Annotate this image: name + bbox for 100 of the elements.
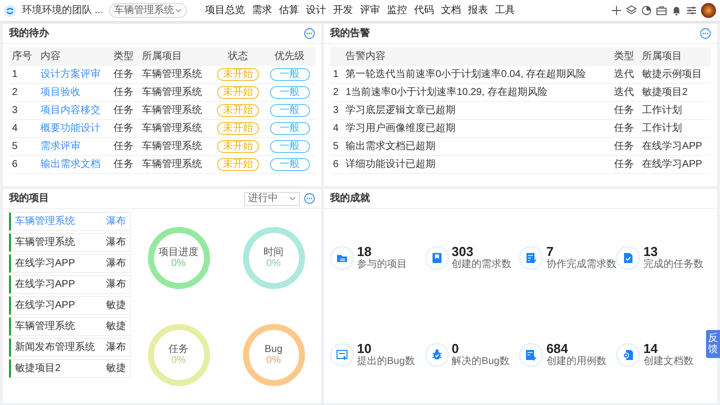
ring-value: 0%	[266, 354, 281, 366]
project-item[interactable]: 在线学习APP 瀑布	[9, 275, 131, 294]
column-header: 内容	[38, 47, 110, 66]
nav-item[interactable]: 监控	[387, 3, 408, 18]
nav-item[interactable]: 估算	[279, 3, 300, 18]
stat-label: 创建的需求数	[452, 258, 512, 270]
layers-icon[interactable]	[626, 5, 637, 16]
column-header: 序号	[9, 47, 38, 66]
nav-item[interactable]: 设计	[306, 3, 326, 18]
status-pill: 未开始	[216, 104, 259, 117]
table-cell: 在线学习APP	[639, 138, 711, 156]
table-cell: 1	[9, 66, 38, 84]
table-cell: 任务	[610, 120, 640, 138]
stat-value: 10	[357, 342, 372, 356]
table-cell: 在线学习APP	[639, 156, 711, 174]
nav-item[interactable]: 开发	[333, 3, 354, 18]
folder-icon	[330, 246, 354, 270]
table-cell: 学习用户画像维度已超期	[342, 120, 611, 138]
table-cell: 车辆管理系统	[138, 66, 212, 84]
team-name[interactable]: 环境环境的团队 ...	[22, 3, 104, 18]
project-name: 车辆管理系统	[15, 320, 75, 334]
table-cell: 工作计划	[639, 120, 711, 138]
project-item[interactable]: 在线学习APP 瀑布	[9, 254, 131, 273]
table-cell: 任务	[610, 102, 640, 120]
project-method: 敏捷	[106, 298, 126, 313]
table-cell: 3	[9, 102, 38, 120]
chevron-down-icon	[289, 195, 296, 202]
panel-title: 我的成就	[330, 192, 370, 206]
status-pill: 未开始	[216, 68, 259, 81]
table-cell: 敏捷项目2	[639, 84, 711, 102]
table-cell: 1当前速率0小于计划速率10.29, 存在超期风险	[342, 84, 611, 102]
table-cell: 车辆管理系统	[138, 156, 212, 174]
more-icon[interactable]	[304, 193, 315, 204]
stat-value: 7	[546, 244, 555, 258]
more-icon[interactable]	[700, 28, 711, 39]
project-item[interactable]: 在线学习APP 敏捷	[9, 296, 131, 315]
column-header: 告警内容	[342, 47, 611, 66]
pie-chart-icon[interactable]	[641, 5, 652, 16]
table-cell: 迭代	[610, 66, 640, 84]
column-header: 所属项目	[138, 47, 212, 66]
project-item[interactable]: 车辆管理系统 瀑布	[9, 233, 131, 252]
panel-title: 我的告警	[330, 26, 370, 41]
table-cell: 车辆管理系统	[138, 138, 212, 156]
logo-icon	[4, 4, 16, 16]
status-pill: 未开始	[216, 140, 259, 153]
avatar[interactable]	[701, 3, 716, 18]
column-header: 所属项目	[639, 47, 711, 66]
table-cell: 5	[330, 138, 343, 156]
stat-value: 18	[357, 244, 372, 258]
table-cell: 任务	[110, 84, 139, 102]
ring-value: 0%	[171, 354, 186, 366]
plus-icon[interactable]	[611, 5, 622, 16]
nav-item[interactable]: 工具	[495, 3, 516, 18]
feedback-tab[interactable]: 反馈	[706, 330, 720, 358]
project-item[interactable]: 敏捷项目2 敏捷	[9, 359, 131, 378]
nav-item[interactable]: 代码	[414, 3, 434, 18]
project-name: 在线学习APP	[15, 298, 76, 313]
status-pill: 未开始	[216, 86, 259, 99]
document-icon	[616, 342, 640, 366]
stat-label: 参与的项目	[357, 258, 407, 270]
table-cell: 任务	[610, 156, 640, 174]
table-cell: 车辆管理系统	[138, 120, 212, 138]
nav-item[interactable]: 报表	[468, 3, 488, 18]
priority-pill: 一般	[270, 104, 310, 117]
sliders-icon[interactable]	[686, 5, 697, 16]
table-cell: 2	[9, 84, 38, 102]
bookmark-icon	[424, 246, 449, 270]
briefcase-icon[interactable]	[656, 5, 667, 16]
table-cell: 学习底层逻辑文章已超期	[342, 102, 611, 120]
table-cell: 任务	[110, 156, 139, 174]
table-cell: 工作计划	[639, 102, 711, 120]
nav-item[interactable]: 评审	[360, 3, 380, 18]
nav-item[interactable]: 需求	[252, 3, 272, 18]
stat-label: 解决的Bug数	[452, 356, 510, 368]
table-cell: 任务	[610, 138, 640, 156]
nav-item[interactable]: 项目总览	[205, 3, 246, 18]
status-select[interactable]: 进行中	[244, 192, 300, 206]
checklist-icon	[519, 246, 544, 270]
column-header: 类型	[110, 47, 139, 66]
status-pill: 未开始	[216, 158, 259, 171]
bell-icon[interactable]	[671, 5, 682, 16]
stat-label: 创建文档数	[643, 356, 694, 368]
table-cell: 4	[330, 120, 343, 138]
stat-value: 684	[546, 342, 570, 356]
project-method: 敏捷	[106, 362, 126, 376]
panel-title: 我的待办	[9, 26, 49, 41]
column-header: 状态	[212, 47, 264, 66]
nav-item[interactable]: 文档	[441, 3, 462, 18]
table-cell: 1	[330, 66, 343, 84]
table-cell: 5	[9, 138, 38, 156]
table-cell: 详细功能设计已超期	[342, 156, 611, 174]
table-cell: 4	[9, 120, 38, 138]
project-item[interactable]: 车辆管理系统 敏捷	[9, 317, 131, 336]
project-select[interactable]: 车辆管理系统	[109, 3, 188, 18]
project-item[interactable]: 新闻发布管理系统 瀑布	[9, 338, 131, 357]
table-cell: 车辆管理系统	[138, 102, 212, 120]
more-icon[interactable]	[304, 28, 315, 39]
table-cell: 6	[330, 156, 343, 174]
table-cell: 车辆管理系统	[138, 84, 212, 102]
table-cell: 任务	[110, 102, 139, 120]
